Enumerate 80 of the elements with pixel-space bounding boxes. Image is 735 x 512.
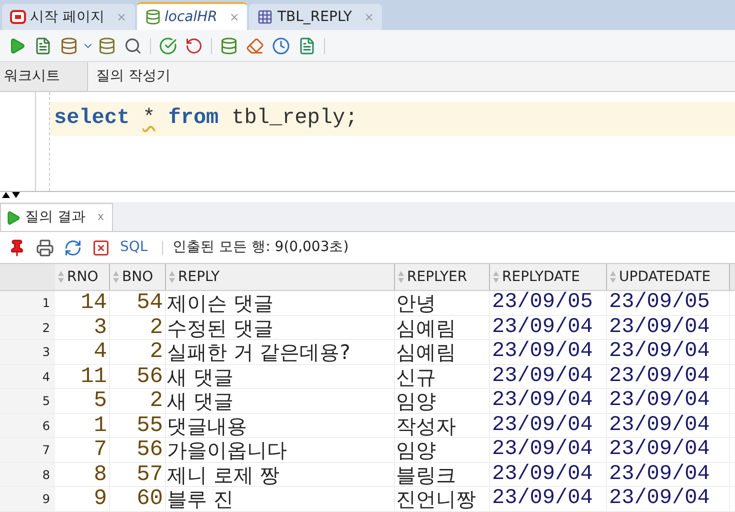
- row-number: 1: [0, 291, 55, 314]
- table-cell: 23/09/04: [490, 340, 607, 364]
- table-cell: 임양: [395, 438, 490, 462]
- table-cell: 임양: [395, 389, 490, 412]
- editor-tab[interactable]: TBL_REPLY ×: [249, 4, 382, 30]
- table-cell: 23/09/04: [607, 340, 730, 364]
- table-cell: 23/09/04: [607, 462, 730, 486]
- table-cell: 23/09/04: [490, 462, 607, 486]
- row-number: 5: [0, 389, 55, 412]
- table-cell: 23/09/04: [490, 316, 607, 339]
- table-cell: 2: [110, 389, 166, 412]
- table-cell: 23/09/04: [607, 316, 730, 339]
- table-cell: 23/09/04: [490, 389, 607, 412]
- column-header[interactable]: REPLY: [178, 266, 220, 288]
- table-icon: [257, 9, 274, 25]
- table-cell: 2: [110, 340, 166, 364]
- table-cell: 23/09/04: [607, 414, 730, 437]
- result-tab[interactable]: 질의 결과 x: [0, 203, 113, 231]
- row-number: 9: [0, 487, 55, 510]
- start-page-icon: [10, 10, 26, 24]
- row-number: 3: [0, 340, 55, 364]
- row-number: 7: [0, 438, 55, 462]
- table-cell: 3: [55, 316, 110, 339]
- table-cell: 11: [55, 364, 110, 388]
- tab-label: 시작 페이지: [30, 8, 104, 26]
- table-cell: 5: [55, 389, 110, 412]
- editor-tab[interactable]: localHR ×: [136, 2, 248, 30]
- table-cell: 23/09/04: [490, 364, 607, 388]
- sql-button[interactable]: SQL: [116, 237, 152, 258]
- table-cell: 7: [55, 438, 110, 462]
- table-cell: 심예림: [395, 316, 490, 339]
- table-cell: 안녕: [395, 291, 490, 314]
- table-cell: 56: [110, 364, 166, 388]
- table-cell: 9: [55, 487, 110, 510]
- table-cell: 신규: [395, 364, 490, 388]
- table-cell: 14: [55, 291, 110, 314]
- table-cell: 23/09/04: [490, 438, 607, 462]
- table-cell: 실패한 거 같은데용?: [166, 340, 395, 364]
- table-cell: 2: [110, 316, 166, 339]
- table-cell: 진언니짱: [395, 487, 490, 510]
- table-cell: 가을이옵니다: [166, 438, 395, 462]
- worksheet-tab[interactable]: 워크시트: [0, 62, 88, 91]
- row-number: 4: [0, 364, 55, 388]
- table-cell: 23/09/05: [490, 291, 607, 314]
- table-cell: 1: [55, 414, 110, 437]
- splitter-arrows-icon[interactable]: [2, 192, 22, 198]
- table-cell: 제이슨 댓글: [166, 291, 395, 314]
- row-number: 8: [0, 462, 55, 486]
- table-cell: 수정된 댓글: [166, 316, 395, 339]
- table-cell: 제니 로제 짱: [166, 462, 395, 486]
- table-cell: 4: [55, 340, 110, 364]
- table-cell: 8: [55, 462, 110, 486]
- table-cell: 새 댓글: [166, 389, 395, 412]
- table-cell: 23/09/04: [490, 487, 607, 510]
- run-icon: [5, 210, 21, 226]
- worksheet-tab[interactable]: 질의 작성기: [88, 62, 178, 91]
- table-cell: 55: [110, 414, 166, 437]
- table-cell: 심예림: [395, 340, 490, 364]
- tab-label: TBL_REPLY: [277, 8, 352, 26]
- table-cell: 56: [110, 438, 166, 462]
- row-number: 2: [0, 316, 55, 339]
- table-cell: 블루 진: [166, 487, 395, 510]
- table-cell: 23/09/04: [607, 438, 730, 462]
- table-cell: 댓글내용: [166, 414, 395, 437]
- table-cell: 60: [110, 487, 166, 510]
- table-cell: 23/09/04: [490, 414, 607, 437]
- table-cell: 새 댓글: [166, 364, 395, 388]
- editor-tab[interactable]: 시작 페이지 ×: [2, 4, 135, 30]
- table-cell: 23/09/04: [607, 389, 730, 412]
- status-text: 인출된 모든 행: 9(0,003초): [172, 238, 349, 257]
- tab-label: localHR: [164, 8, 218, 26]
- table-cell: 작성자: [395, 414, 490, 437]
- table-cell: 57: [110, 462, 166, 486]
- row-number: 6: [0, 414, 55, 437]
- table-cell: 54: [110, 291, 166, 314]
- table-cell: 23/09/04: [607, 364, 730, 388]
- table-cell: 23/09/05: [607, 291, 730, 314]
- database-icon: [144, 9, 161, 25]
- table-cell: 블링크: [395, 462, 490, 486]
- table-cell: 23/09/04: [607, 487, 730, 510]
